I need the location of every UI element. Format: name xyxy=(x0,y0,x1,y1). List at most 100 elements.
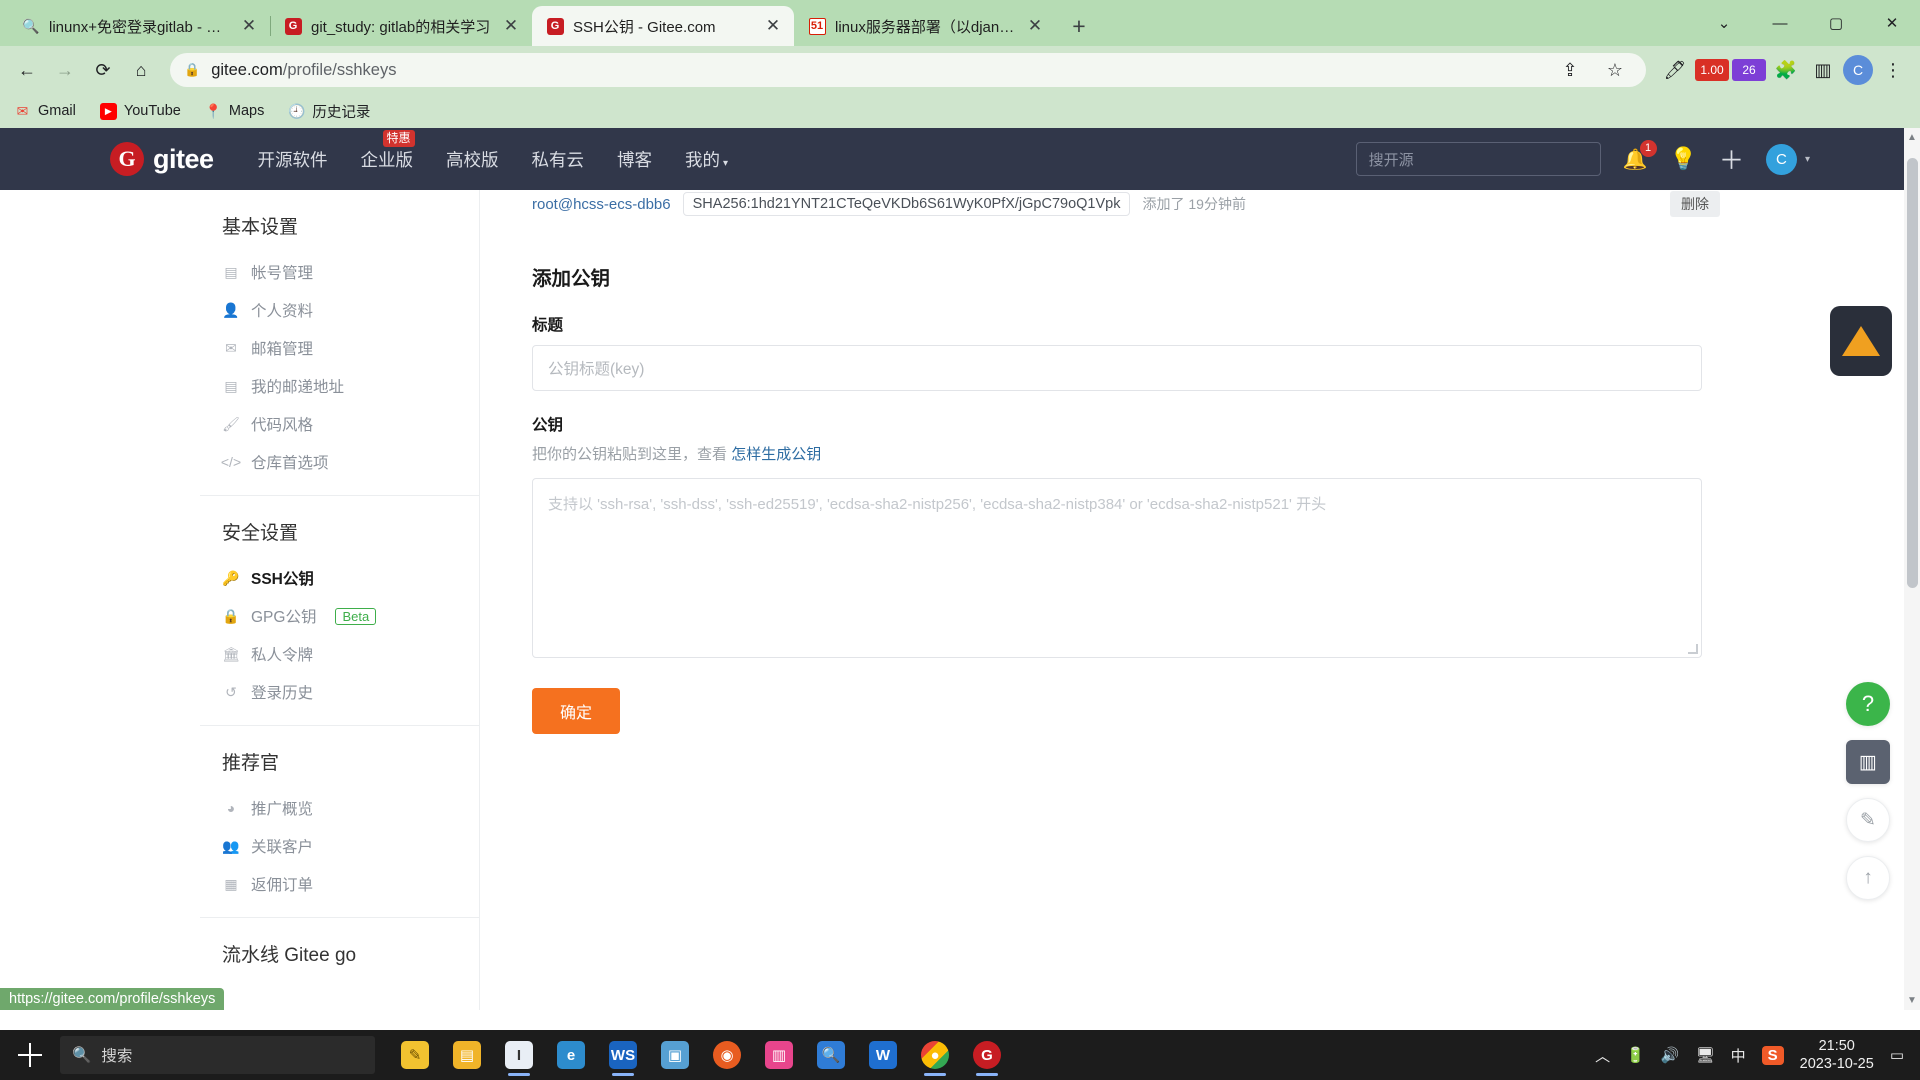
scrollbar-thumb[interactable] xyxy=(1907,158,1918,588)
taskbar-app-photos[interactable]: ▣ xyxy=(651,1032,699,1078)
minimize-button[interactable]: — xyxy=(1752,0,1808,46)
home-button[interactable]: ⌂ xyxy=(124,53,158,87)
taskbar-clock[interactable]: 21:50 2023-10-25 xyxy=(1800,1037,1874,1073)
maximize-button[interactable]: ▢ xyxy=(1808,0,1864,46)
nav-item-mine[interactable]: 我的 ▾ xyxy=(685,147,728,172)
public-key-textarea[interactable]: 支持以 'ssh-rsa', 'ssh-dss', 'ssh-ed25519',… xyxy=(532,478,1702,658)
tab-search-icon[interactable]: ⌄ xyxy=(1696,0,1752,46)
close-icon[interactable]: ✕ xyxy=(238,15,260,37)
sidebar-item-login-history[interactable]: ↺ 登录历史 xyxy=(200,673,479,711)
bookmark-youtube[interactable]: ▶ YouTube xyxy=(99,102,181,120)
notification-icon[interactable]: ▭ xyxy=(1890,1046,1904,1064)
taskbar-app-everything[interactable]: 🔍 xyxy=(807,1032,855,1078)
bookmark-maps[interactable]: 📍 Maps xyxy=(205,103,265,120)
battery-icon[interactable]: 🔋 xyxy=(1626,1046,1645,1064)
nav-item-opensource[interactable]: 开源软件 xyxy=(258,147,328,172)
sidebar-item-codestyle[interactable]: 🖌 代码风格 xyxy=(200,405,479,443)
share-icon[interactable]: ⇪ xyxy=(1553,53,1587,87)
reload-button[interactable]: ⟳ xyxy=(86,53,120,87)
close-icon[interactable]: ✕ xyxy=(500,15,522,37)
extension-badge-count[interactable]: 26 xyxy=(1732,59,1766,81)
bookmark-history[interactable]: 🕘 历史记录 xyxy=(288,101,370,122)
extensions-icon[interactable]: 🧩 xyxy=(1769,53,1803,87)
sidebar-item-address[interactable]: ▤ 我的邮递地址 xyxy=(200,367,479,405)
search-input[interactable]: 搜开源 xyxy=(1355,142,1601,176)
pen-icon[interactable]: 🖊 xyxy=(1658,53,1692,87)
sidebar-item-commission-orders[interactable]: ▦ 返佣订单 xyxy=(200,865,479,903)
side-panel-icon[interactable]: ▥ xyxy=(1806,53,1840,87)
taskbar-app-wps-writer[interactable]: WS xyxy=(599,1032,647,1078)
feedback-icon[interactable]: ✎ xyxy=(1846,798,1890,842)
nav-item-enterprise[interactable]: 企业版 特惠 xyxy=(361,129,415,172)
scroll-down-arrow[interactable]: ▼ xyxy=(1907,995,1917,1006)
key-title-input[interactable]: 公钥标题(key) xyxy=(532,345,1702,391)
ime-indicator[interactable]: 中 xyxy=(1731,1045,1746,1066)
taskbar-app-pink[interactable]: ▥ xyxy=(755,1032,803,1078)
code-icon: </> xyxy=(220,454,242,470)
chrome-menu-icon[interactable]: ⋮ xyxy=(1876,53,1910,87)
nav-item-privatecloud[interactable]: 私有云 xyxy=(532,147,585,172)
taskbar-app-sticky[interactable]: ✎ xyxy=(391,1032,439,1078)
calculator-icon[interactable]: ▥ xyxy=(1846,740,1890,784)
back-button[interactable]: ← xyxy=(10,53,44,87)
window-controls: ⌄ — ▢ ✕ xyxy=(1696,0,1920,46)
close-icon[interactable]: ✕ xyxy=(1024,15,1046,37)
browser-tab-4[interactable]: 51 linux服务器部署（以django项 ✕ xyxy=(794,6,1056,46)
sogou-icon[interactable]: S xyxy=(1761,1045,1784,1065)
gitee-logo[interactable]: G gitee xyxy=(110,142,214,176)
how-to-generate-key-link[interactable]: 怎样生成公钥 xyxy=(731,446,821,463)
nav-item-education[interactable]: 高校版 xyxy=(446,147,499,172)
sidebar-item-ssh-keys[interactable]: 🔑 SSH公钥 xyxy=(200,559,479,597)
windows-start-icon[interactable] xyxy=(6,1032,54,1078)
add-new-icon[interactable]: ＋ xyxy=(1719,141,1744,177)
help-button[interactable]: ? xyxy=(1846,682,1890,726)
taskbar-app-firefox[interactable]: ◉ xyxy=(703,1032,751,1078)
tray-expand-icon[interactable]: ︿ xyxy=(1595,1045,1610,1066)
taskbar-app-file-explorer[interactable]: ▤ xyxy=(443,1032,491,1078)
taskbar-search-input[interactable]: 🔍 搜索 xyxy=(60,1036,375,1074)
sidebar-item-gpg-keys[interactable]: 🔒 GPG公钥 Beta xyxy=(200,597,479,635)
taskbar-app-gitee[interactable]: G xyxy=(963,1032,1011,1078)
clock-time: 21:50 xyxy=(1818,1037,1855,1054)
taskbar-app-wechat-work[interactable]: W xyxy=(859,1032,907,1078)
page-scrollbar[interactable]: ▲ ▼ xyxy=(1904,128,1920,1010)
user-menu[interactable]: C ▾ xyxy=(1765,143,1810,175)
browser-tab-2[interactable]: G git_study: gitlab的相关学习 ✕ xyxy=(270,6,532,46)
close-button[interactable]: ✕ xyxy=(1864,0,1920,46)
volume-icon[interactable]: 🔊 xyxy=(1661,1046,1680,1064)
star-icon[interactable]: ☆ xyxy=(1598,53,1632,87)
extension-badge-price[interactable]: 1.00 xyxy=(1695,59,1729,81)
sidebar-item-email[interactable]: ✉ 邮箱管理 xyxy=(200,329,479,367)
kiwi-icon[interactable] xyxy=(1830,306,1892,376)
submit-button[interactable]: 确定 xyxy=(532,688,621,734)
sidebar-item-promo-overview[interactable]: ◕ 推广概览 xyxy=(200,789,479,827)
scroll-up-arrow[interactable]: ▲ xyxy=(1907,132,1917,143)
bookmark-gmail[interactable]: ✉ Gmail xyxy=(14,103,76,120)
taskbar-app-edge[interactable]: e xyxy=(547,1032,595,1078)
nav-label: 我的 xyxy=(685,149,721,170)
forward-button[interactable]: → xyxy=(48,53,82,87)
lightbulb-icon[interactable]: 💡 xyxy=(1670,146,1697,172)
profile-icon[interactable]: C xyxy=(1843,55,1873,85)
toolbar-right: 🖊 1.00 26 🧩 ▥ C ⋮ xyxy=(1658,53,1910,87)
sidebar-item-profile[interactable]: 👤 个人资料 xyxy=(200,291,479,329)
taskbar-app-chrome[interactable]: ● xyxy=(911,1032,959,1078)
sidebar-item-linked-customers[interactable]: 👥 关联客户 xyxy=(200,827,479,865)
address-bar[interactable]: 🔒 gitee.com/profile/sshkeys ⇪ ☆ xyxy=(170,53,1646,87)
notifications-button[interactable]: 🔔 1 xyxy=(1623,139,1657,172)
nav-item-blog[interactable]: 博客 xyxy=(617,147,652,172)
sidebar-group-title-pipeline: 流水线 Gitee go xyxy=(222,945,357,966)
browser-tab-3-active[interactable]: G SSH公钥 - Gitee.com ✕ xyxy=(532,6,794,46)
close-icon[interactable]: ✕ xyxy=(762,15,784,37)
sidebar-item-repo-prefs[interactable]: </> 仓库首选项 xyxy=(200,443,479,481)
scroll-top-icon[interactable]: ↑ xyxy=(1846,856,1890,900)
new-tab-button[interactable]: + xyxy=(1062,9,1096,43)
delete-key-button[interactable]: 删除 xyxy=(1670,191,1720,217)
sidebar-item-private-token[interactable]: 🏛 私人令牌 xyxy=(200,635,479,673)
resize-handle[interactable] xyxy=(1688,644,1698,654)
browser-tab-1[interactable]: 🔍 linunx+免密登录gitlab - 搜索 ✕ xyxy=(8,6,270,46)
taskbar-app-notepad[interactable]: I xyxy=(495,1032,543,1078)
network-icon[interactable]: 🖥 xyxy=(1696,1046,1715,1064)
sidebar-item-account[interactable]: ▤ 帐号管理 xyxy=(200,253,479,291)
tab-title: linux服务器部署（以django项 xyxy=(835,18,1015,36)
